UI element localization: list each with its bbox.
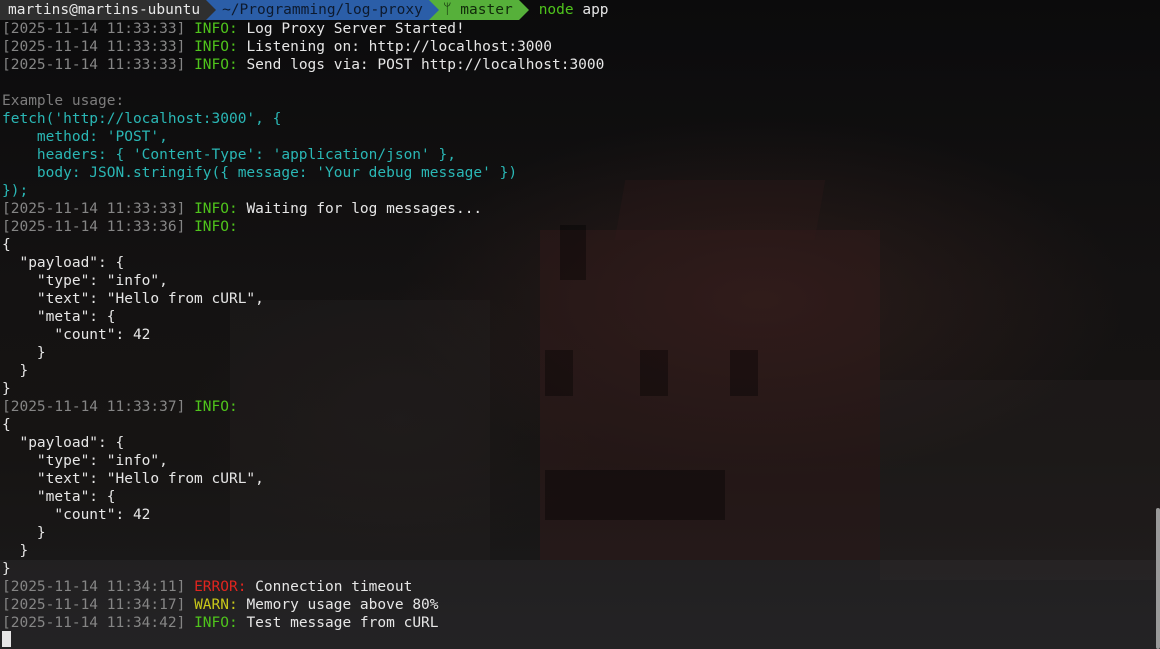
json-line: } <box>2 345 46 361</box>
log-line: [2025-11-14 11:33:37] INFO: <box>0 398 1160 416</box>
log-message: Waiting for log messages... <box>237 201 483 217</box>
terminal-window[interactable]: martins@martins-ubuntu ~/Programming/log… <box>0 0 1160 649</box>
json-line: } <box>2 525 46 541</box>
log-line: [2025-11-14 11:33:33] INFO: Waiting for … <box>0 200 1160 218</box>
log-level: INFO: <box>194 39 238 55</box>
prompt-git-branch: ᛘ master <box>438 0 519 20</box>
prompt-separator-icon <box>206 0 217 20</box>
log-level: INFO: <box>194 399 238 415</box>
example-code-line: body: JSON.stringify({ message: 'Your de… <box>2 165 518 181</box>
log-level: INFO: <box>194 57 238 73</box>
shell-prompt: martins@martins-ubuntu ~/Programming/log… <box>0 0 1160 20</box>
log-message: Send logs via: POST http://localhost:300… <box>237 57 605 73</box>
log-line: [2025-11-14 11:33:36] INFO: <box>0 218 1160 236</box>
prompt-path: ~/Programming/log-proxy <box>216 0 429 20</box>
prompt-separator-icon <box>518 0 529 20</box>
log-message: Memory usage above 80% <box>237 597 439 613</box>
log-timestamp: [2025-11-14 11:33:33] <box>2 39 186 55</box>
log-line: [2025-11-14 11:33:33] INFO: Log Proxy Se… <box>0 20 1160 38</box>
log-message: Test message from cURL <box>237 615 439 631</box>
example-code-line: fetch('http://localhost:3000', { <box>2 111 282 127</box>
log-timestamp: [2025-11-14 11:33:37] <box>2 399 186 415</box>
log-level: INFO: <box>194 21 238 37</box>
example-code-line: headers: { 'Content-Type': 'application/… <box>2 147 456 163</box>
log-message: Connection timeout <box>246 579 413 595</box>
git-branch-icon: ᛘ <box>442 2 452 18</box>
log-timestamp: [2025-11-14 11:34:17] <box>2 597 186 613</box>
branch-name: master <box>460 2 513 18</box>
json-line: "meta": { <box>2 309 116 325</box>
log-timestamp: [2025-11-14 11:33:33] <box>2 21 186 37</box>
scrollbar[interactable] <box>1156 508 1160 649</box>
prompt-separator-icon <box>428 0 439 20</box>
log-level: WARN: <box>194 597 238 613</box>
log-level: INFO: <box>194 615 238 631</box>
example-code-line: }); <box>2 183 29 199</box>
log-line: [2025-11-14 11:33:33] INFO: Send logs vi… <box>0 56 1160 74</box>
json-line: { <box>2 417 11 433</box>
log-timestamp: [2025-11-14 11:33:33] <box>2 201 186 217</box>
example-heading: Example usage: <box>2 93 125 109</box>
json-line: } <box>2 543 29 559</box>
json-line: "payload": { <box>2 255 125 271</box>
log-timestamp: [2025-11-14 11:34:11] <box>2 579 186 595</box>
command-arg: app <box>582 2 609 18</box>
log-level: ERROR: <box>194 579 247 595</box>
log-level: INFO: <box>194 201 238 217</box>
json-line: "text": "Hello from cURL", <box>2 291 264 307</box>
json-line: { <box>2 237 11 253</box>
log-line-warn: [2025-11-14 11:34:17] WARN: Memory usage… <box>0 596 1160 614</box>
command-line: node app <box>529 0 609 20</box>
log-timestamp: [2025-11-14 11:34:42] <box>2 615 186 631</box>
json-line: } <box>2 381 11 397</box>
json-line: "type": "info", <box>2 273 168 289</box>
command-name: node <box>538 2 574 18</box>
text-cursor <box>2 631 11 647</box>
example-code-line: method: 'POST', <box>2 129 168 145</box>
json-line: "count": 42 <box>2 327 151 343</box>
log-message: Log Proxy Server Started! <box>237 21 465 37</box>
log-timestamp: [2025-11-14 11:33:33] <box>2 57 186 73</box>
json-line: "text": "Hello from cURL", <box>2 471 264 487</box>
json-line: "payload": { <box>2 435 125 451</box>
json-line: "type": "info", <box>2 453 168 469</box>
json-line: "meta": { <box>2 489 116 505</box>
log-timestamp: [2025-11-14 11:33:36] <box>2 219 186 235</box>
log-line: [2025-11-14 11:33:33] INFO: Listening on… <box>0 38 1160 56</box>
json-line: } <box>2 363 29 379</box>
log-line-error: [2025-11-14 11:34:11] ERROR: Connection … <box>0 578 1160 596</box>
json-line: } <box>2 561 11 577</box>
log-line: [2025-11-14 11:34:42] INFO: Test message… <box>0 614 1160 632</box>
log-level: INFO: <box>194 219 238 235</box>
prompt-user-host: martins@martins-ubuntu <box>0 0 207 20</box>
log-message: Listening on: http://localhost:3000 <box>237 39 552 55</box>
json-line: "count": 42 <box>2 507 151 523</box>
